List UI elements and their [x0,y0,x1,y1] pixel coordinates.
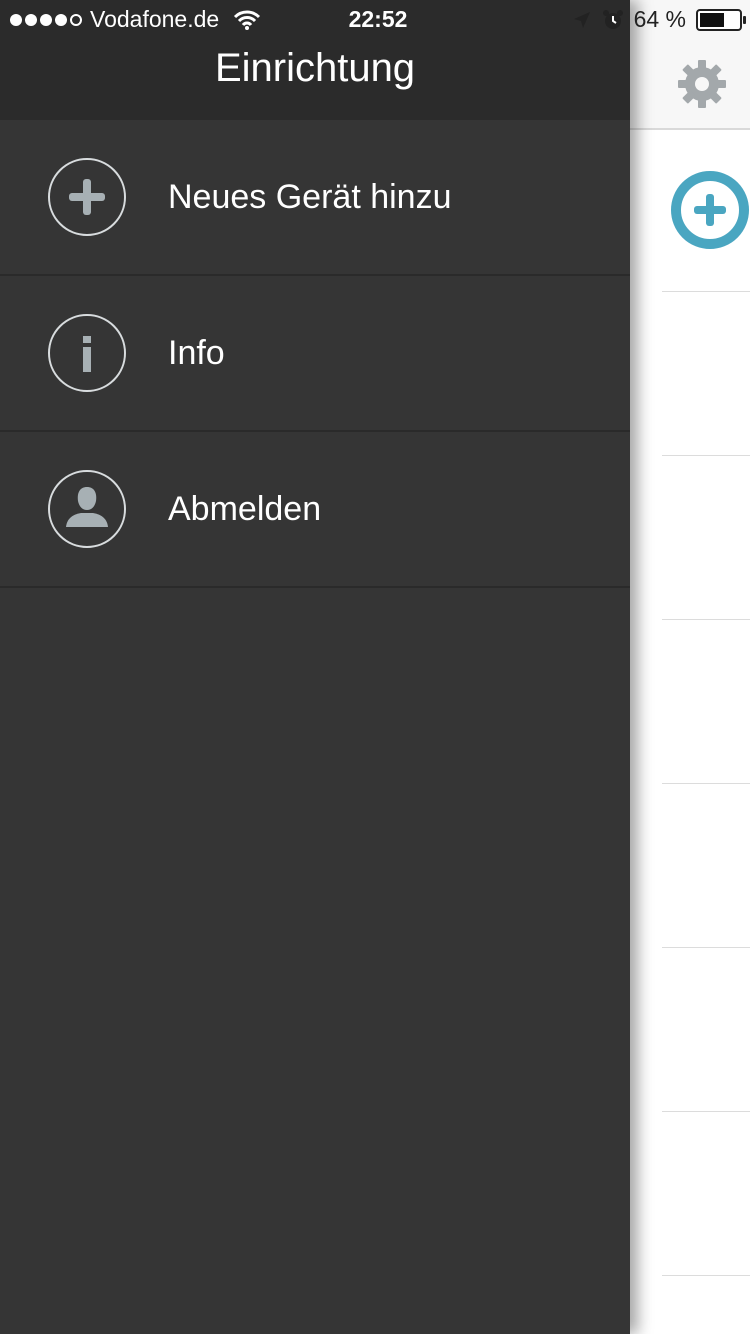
user-circle-icon [48,470,126,548]
menu-item-label: Abmelden [168,490,322,528]
gear-icon[interactable] [676,58,728,110]
status-right: 64 % [572,6,746,33]
alarm-icon [602,9,623,29]
battery-level [700,12,724,27]
list-divider [662,291,750,292]
list-divider [662,619,750,620]
list-divider [662,455,750,456]
menu-item-add-device[interactable]: Neues Gerät hinzu [0,120,630,276]
location-arrow-icon [573,11,590,28]
battery-icon [696,8,746,31]
plus-circle-icon [48,158,126,236]
info-circle-icon [48,314,126,392]
menu-item-info[interactable]: Info [0,276,630,432]
menu-item-label: Info [168,334,225,372]
main-screen [630,0,750,1334]
status-bar: Vodafone.de 22:52 64 % [0,0,750,40]
list-divider [662,783,750,784]
battery-percent: 64 % [633,6,686,32]
menu-item-label: Neues Gerät hinzu [168,178,452,216]
menu-item-logout[interactable]: Abmelden [0,432,630,588]
list-divider [662,1275,750,1276]
add-circle-icon[interactable] [670,170,750,250]
list-divider [662,947,750,948]
list-divider [662,1111,750,1112]
side-drawer: Einrichtung Neues Gerät hinzu Info Abmel… [0,0,630,1334]
drawer-title: Einrichtung [214,46,416,90]
